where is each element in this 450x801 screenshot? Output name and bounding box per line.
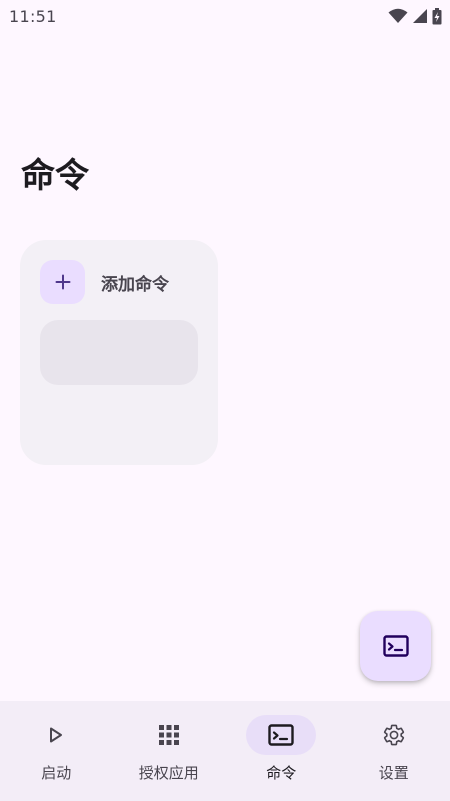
nav-pill xyxy=(359,715,429,755)
bottom-navigation: 启动 授权应用 命令 设置 xyxy=(0,701,450,801)
nav-pill xyxy=(134,715,204,755)
nav-pill xyxy=(21,715,91,755)
nav-item-authorized-apps[interactable]: 授权应用 xyxy=(113,701,226,801)
gear-icon xyxy=(383,724,404,746)
terminal-icon xyxy=(382,635,409,657)
signal-icon xyxy=(413,9,427,23)
play-icon xyxy=(50,727,63,743)
status-time: 11:51 xyxy=(9,6,57,26)
nav-item-commands[interactable]: 命令 xyxy=(225,701,338,801)
wifi-icon xyxy=(388,8,408,23)
add-command-label: 添加命令 xyxy=(101,274,169,295)
terminal-icon xyxy=(268,724,294,746)
nav-label: 设置 xyxy=(378,764,409,782)
status-bar: 11:51 xyxy=(0,0,450,32)
status-icons xyxy=(388,7,442,25)
battery-charging-icon xyxy=(432,7,442,24)
add-icon-container xyxy=(40,260,85,304)
command-placeholder xyxy=(40,320,198,385)
commands-screen: 11:51 命令 添加命令 启动 授权应用 命令 设置 xyxy=(0,0,450,801)
terminal-fab[interactable] xyxy=(360,611,431,681)
nav-label: 命令 xyxy=(266,764,297,782)
nav-label: 授权应用 xyxy=(138,764,199,782)
plus-icon xyxy=(55,274,70,290)
add-command-button[interactable]: 添加命令 xyxy=(40,260,169,304)
nav-label: 启动 xyxy=(41,764,72,782)
nav-item-settings[interactable]: 设置 xyxy=(338,701,450,801)
apps-grid-icon xyxy=(158,725,179,745)
nav-pill-active xyxy=(246,715,317,755)
page-title: 命令 xyxy=(21,156,89,196)
nav-item-launch[interactable]: 启动 xyxy=(0,701,113,801)
commands-card: 添加命令 xyxy=(20,240,218,465)
